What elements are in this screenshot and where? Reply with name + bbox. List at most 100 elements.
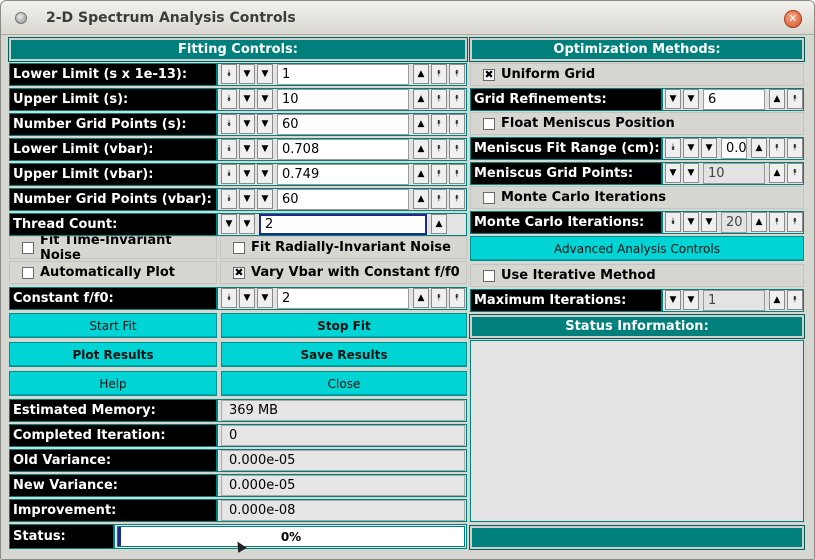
value-input[interactable]: 60 bbox=[277, 114, 409, 135]
fast-increment-icon[interactable]: ⯭ bbox=[449, 114, 465, 134]
increment-icon[interactable]: ▲ bbox=[413, 139, 429, 159]
fast-decrement-icon[interactable]: ⯯ bbox=[221, 189, 237, 209]
step-up-icon[interactable]: ⯭ bbox=[431, 288, 447, 308]
increment-icon[interactable]: ▲ bbox=[413, 164, 429, 184]
value-input[interactable]: 0.749 bbox=[277, 164, 409, 185]
window-menu-icon[interactable] bbox=[15, 12, 27, 24]
step-up-icon[interactable]: ⯭ bbox=[431, 64, 447, 84]
checkbox-checked-icon[interactable]: ✖ bbox=[483, 68, 495, 81]
increment-icon[interactable]: ▲ bbox=[413, 189, 429, 209]
start-fit-button[interactable]: Start Fit bbox=[9, 313, 217, 338]
increment-icon[interactable]: ▲ bbox=[413, 288, 429, 308]
plot-results-button[interactable]: Plot Results bbox=[9, 342, 217, 367]
step-up-icon[interactable]: ⯭ bbox=[787, 290, 803, 310]
fit-ri-noise-checkbox[interactable]: Fit Radially-Invariant Noise bbox=[220, 236, 467, 259]
decrement-icon[interactable]: ▼ bbox=[239, 139, 255, 159]
step-up-icon[interactable]: ⯭ bbox=[769, 138, 785, 158]
decrement-icon[interactable]: ▼ bbox=[239, 164, 255, 184]
checkbox-icon[interactable] bbox=[22, 266, 34, 279]
value-input[interactable]: 6 bbox=[703, 89, 765, 110]
step-down-icon[interactable]: ▼ bbox=[701, 212, 717, 232]
step-up-icon[interactable]: ⯭ bbox=[431, 164, 447, 184]
checkbox-icon[interactable] bbox=[233, 241, 245, 254]
value-input[interactable]: 1 bbox=[277, 64, 409, 85]
increment-icon[interactable]: ▲ bbox=[413, 89, 429, 109]
increment-icon[interactable]: ▲ bbox=[413, 114, 429, 134]
decrement-icon[interactable]: ▼ bbox=[683, 138, 699, 158]
value-input[interactable]: 60 bbox=[277, 189, 409, 210]
value-input[interactable]: 1 bbox=[703, 290, 765, 311]
fast-decrement-icon[interactable]: ⯯ bbox=[221, 64, 237, 84]
advanced-analysis-button[interactable]: Advanced Analysis Controls bbox=[470, 236, 804, 261]
value-input[interactable]: 0.708 bbox=[277, 139, 409, 160]
step-up-icon[interactable]: ⯭ bbox=[769, 212, 785, 232]
increment-icon[interactable]: ▲ bbox=[751, 138, 767, 158]
step-up-icon[interactable]: ⯭ bbox=[431, 189, 447, 209]
step-up-icon[interactable]: ⯭ bbox=[431, 114, 447, 134]
fast-increment-icon[interactable]: ⯭ bbox=[449, 288, 465, 308]
help-button[interactable]: Help bbox=[9, 371, 217, 396]
step-up-icon[interactable]: ⯭ bbox=[431, 139, 447, 159]
iterative-method-checkbox[interactable]: Use Iterative Method bbox=[470, 264, 804, 287]
step-down-icon[interactable]: ▼ bbox=[257, 89, 273, 109]
step-down-icon[interactable]: ▼ bbox=[257, 64, 273, 84]
decrement-icon[interactable]: ▼ bbox=[665, 290, 681, 310]
step-down-icon[interactable]: ▼ bbox=[701, 138, 717, 158]
fast-increment-icon[interactable]: ⯭ bbox=[449, 89, 465, 109]
step-down-icon[interactable]: ▼ bbox=[257, 164, 273, 184]
fast-decrement-icon[interactable]: ⯯ bbox=[221, 288, 237, 308]
close-button[interactable]: Close bbox=[221, 371, 467, 396]
fast-decrement-icon[interactable]: ⯯ bbox=[221, 114, 237, 134]
value-input[interactable]: 2 bbox=[259, 214, 427, 235]
step-down-icon[interactable]: ▼ bbox=[257, 139, 273, 159]
increment-icon[interactable]: ▲ bbox=[413, 64, 429, 84]
decrement-icon[interactable]: ▼ bbox=[221, 214, 237, 234]
value-input[interactable]: 2 bbox=[277, 288, 409, 309]
checkbox-icon[interactable] bbox=[483, 269, 495, 282]
increment-icon[interactable]: ▲ bbox=[769, 163, 785, 183]
increment-icon[interactable]: ▲ bbox=[769, 290, 785, 310]
vary-vbar-checkbox[interactable]: ✖ Vary Vbar with Constant f/f0 bbox=[220, 261, 467, 284]
fast-increment-icon[interactable]: ⯭ bbox=[787, 212, 803, 232]
fit-ti-noise-checkbox[interactable]: Fit Time-Invariant Noise bbox=[9, 233, 217, 263]
checkbox-icon[interactable] bbox=[22, 241, 34, 254]
decrement-icon[interactable]: ▼ bbox=[239, 288, 255, 308]
decrement-icon[interactable]: ▼ bbox=[683, 212, 699, 232]
auto-plot-checkbox[interactable]: Automatically Plot bbox=[9, 261, 217, 284]
step-down-icon[interactable]: ▼ bbox=[257, 189, 273, 209]
decrement-icon[interactable]: ▼ bbox=[665, 163, 681, 183]
step-down-icon[interactable]: ▼ bbox=[239, 214, 255, 234]
decrement-icon[interactable]: ▼ bbox=[239, 114, 255, 134]
fast-decrement-icon[interactable]: ⯯ bbox=[221, 139, 237, 159]
checkbox-icon[interactable] bbox=[483, 117, 495, 130]
fast-decrement-icon[interactable]: ⯯ bbox=[221, 89, 237, 109]
fast-increment-icon[interactable]: ⯭ bbox=[449, 164, 465, 184]
uniform-grid-checkbox[interactable]: ✖ Uniform Grid bbox=[470, 63, 804, 86]
step-up-icon[interactable]: ⯭ bbox=[431, 89, 447, 109]
float-meniscus-checkbox[interactable]: Float Meniscus Position bbox=[470, 112, 804, 135]
fast-increment-icon[interactable]: ⯭ bbox=[787, 138, 803, 158]
decrement-icon[interactable]: ▼ bbox=[239, 64, 255, 84]
fast-decrement-icon[interactable]: ⯯ bbox=[221, 164, 237, 184]
value-input[interactable]: 10 bbox=[703, 163, 765, 184]
step-down-icon[interactable]: ▼ bbox=[257, 288, 273, 308]
checkbox-icon[interactable] bbox=[483, 191, 495, 204]
fast-decrement-icon[interactable]: ⯯ bbox=[665, 138, 681, 158]
value-input[interactable]: 20 bbox=[721, 212, 747, 233]
fast-increment-icon[interactable]: ⯭ bbox=[449, 64, 465, 84]
value-input[interactable]: 10 bbox=[277, 89, 409, 110]
fast-increment-icon[interactable]: ⯭ bbox=[449, 189, 465, 209]
monte-carlo-checkbox[interactable]: Monte Carlo Iterations bbox=[470, 186, 804, 209]
step-up-icon[interactable]: ⯭ bbox=[787, 89, 803, 109]
fast-increment-icon[interactable]: ⯭ bbox=[449, 139, 465, 159]
decrement-icon[interactable]: ▼ bbox=[665, 89, 681, 109]
step-down-icon[interactable]: ▼ bbox=[257, 114, 273, 134]
decrement-icon[interactable]: ▼ bbox=[239, 189, 255, 209]
fast-decrement-icon[interactable]: ⯯ bbox=[665, 212, 681, 232]
increment-icon[interactable]: ▲ bbox=[751, 212, 767, 232]
stop-fit-button[interactable]: Stop Fit bbox=[221, 313, 467, 338]
increment-icon[interactable]: ▲ bbox=[431, 214, 447, 234]
step-down-icon[interactable]: ▼ bbox=[683, 290, 699, 310]
checkbox-checked-icon[interactable]: ✖ bbox=[233, 266, 245, 279]
close-window-icon[interactable]: ✕ bbox=[784, 10, 802, 28]
